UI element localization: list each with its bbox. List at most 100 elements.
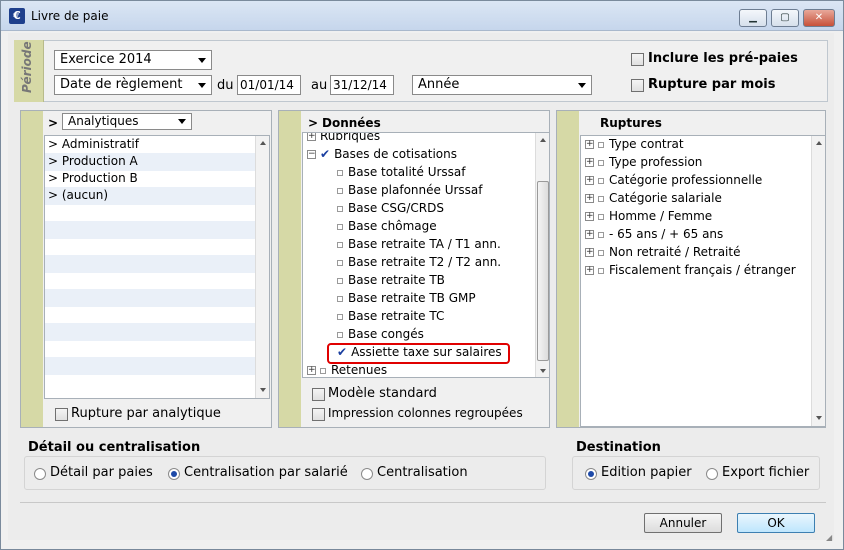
app-icon: € [9, 8, 25, 24]
square-icon [337, 205, 343, 212]
ok-button[interactable]: OK [737, 513, 815, 533]
right-strip [557, 111, 579, 427]
ruptures-tree: + Type contrat + Type profession + Catégori… [580, 135, 826, 427]
list-item[interactable]: > Production B [45, 170, 269, 188]
expand-icon[interactable]: + [585, 212, 594, 221]
list-item[interactable]: > Administratif [45, 136, 269, 154]
rupture-node[interactable]: + Non retraité / Retraité [585, 244, 740, 262]
tree-leaf[interactable]: Base retraite TC [337, 308, 444, 326]
impression-colonnes-checkbox[interactable] [312, 408, 325, 421]
expand-icon[interactable]: + [585, 140, 594, 149]
rupture-node[interactable]: + Homme / Femme [585, 208, 712, 226]
analytiques-select[interactable]: Analytiques [62, 113, 192, 130]
rupture-node[interactable]: + - 65 ans / + 65 ans [585, 226, 723, 244]
expand-icon[interactable]: + [585, 194, 594, 203]
donnees-tree: + Rubriques − ✔ Bases de cotisations Base t… [302, 132, 550, 378]
expand-icon[interactable]: + [307, 366, 316, 375]
exercice-select[interactable]: Exercice 2014 [54, 50, 212, 70]
export-fichier-radio[interactable] [706, 468, 718, 480]
au-date-input[interactable]: 31/12/14 [330, 75, 394, 95]
right-scrollbar[interactable] [811, 136, 825, 426]
detail-par-paies-radio[interactable] [34, 468, 46, 480]
chevron-down-icon [178, 119, 186, 124]
scroll-thumb[interactable] [537, 181, 549, 361]
scroll-up-icon[interactable] [260, 141, 266, 145]
expand-icon[interactable]: + [585, 248, 594, 257]
square-icon [337, 295, 343, 302]
export-fichier-label: Export fichier [722, 465, 810, 480]
empty-row [45, 221, 269, 239]
edition-papier-radio[interactable] [585, 468, 597, 480]
rupture-node[interactable]: + Catégorie professionnelle [585, 172, 762, 190]
date-type-select[interactable]: Date de règlement [54, 75, 212, 95]
tree-leaf[interactable]: Base congés [337, 326, 424, 344]
centralisation-salarie-radio[interactable] [168, 468, 180, 480]
expand-icon[interactable]: + [307, 133, 316, 141]
tree-node-bases[interactable]: − ✔ Bases de cotisations [307, 146, 457, 164]
maximize-button[interactable]: ▢ [771, 9, 799, 27]
rupture-analytique-checkbox[interactable] [55, 408, 68, 421]
window-title: Livre de paie [31, 9, 109, 23]
tree-leaf[interactable]: Base retraite TA / T1 ann. [337, 236, 501, 254]
rupture-label: Fiscalement français / étranger [609, 263, 796, 277]
tree-node-retenues[interactable]: + Retenues [307, 362, 388, 377]
empty-row [45, 272, 269, 290]
tree-leaf[interactable]: Base plafonnée Urssaf [337, 182, 483, 200]
square-icon [598, 249, 604, 256]
tree-leaf[interactable]: Base totalité Urssaf [337, 164, 466, 182]
expand-icon[interactable]: + [585, 176, 594, 185]
cancel-button[interactable]: Annuler [644, 513, 722, 533]
square-icon [598, 213, 604, 220]
square-icon [598, 195, 604, 202]
rupture-node[interactable]: + Fiscalement français / étranger [585, 262, 796, 280]
square-icon [598, 159, 604, 166]
rupture-node[interactable]: + Type profession [585, 154, 702, 172]
centralisation-radio[interactable] [361, 468, 373, 480]
minimize-button[interactable]: ▁ [739, 9, 767, 27]
resize-grip-icon[interactable]: ◢ [826, 533, 836, 543]
range-value: Année [418, 77, 460, 92]
close-button[interactable]: ✕ [803, 9, 835, 27]
tree-leaf[interactable]: Base retraite T2 / T2 ann. [337, 254, 501, 272]
scroll-up-icon[interactable] [540, 138, 546, 142]
empty-row [45, 374, 269, 392]
empty-row [45, 238, 269, 256]
date-type-value: Date de règlement [60, 77, 183, 92]
rupture-label: Non retraité / Retraité [609, 245, 741, 259]
list-item[interactable]: > (aucun) [45, 187, 269, 205]
chevron-down-icon [198, 58, 206, 63]
tree-leaf[interactable]: Base chômage [337, 218, 437, 236]
tree-leaf[interactable]: Base retraite TB [337, 272, 445, 290]
scroll-up-icon[interactable] [816, 141, 822, 145]
list-item[interactable]: > Production A [45, 153, 269, 171]
collapse-icon[interactable]: − [307, 150, 316, 159]
middle-scrollbar[interactable] [535, 133, 549, 377]
modele-standard-checkbox[interactable] [312, 388, 325, 401]
rupture-mois-checkbox[interactable] [631, 79, 644, 92]
empty-row [45, 357, 269, 375]
du-date-input[interactable]: 01/01/14 [237, 75, 301, 95]
expand-icon[interactable]: + [585, 266, 594, 275]
left-scrollbar[interactable] [255, 136, 269, 398]
rupture-label: Homme / Femme [609, 209, 713, 223]
rupture-node[interactable]: + Type contrat [585, 136, 684, 154]
scroll-down-icon[interactable] [816, 416, 822, 420]
empty-row [45, 340, 269, 358]
tree-leaf[interactable]: Base CSG/CRDS [337, 200, 444, 218]
tree-node-label: Retenues [331, 363, 388, 377]
square-icon [337, 169, 343, 176]
square-icon [337, 313, 343, 320]
tree-leaf[interactable]: Base retraite TB GMP [337, 290, 476, 308]
inclure-prepaies-checkbox[interactable] [631, 53, 644, 66]
scroll-down-icon[interactable] [540, 369, 546, 373]
range-select[interactable]: Année [412, 75, 592, 95]
expand-icon[interactable]: + [585, 158, 594, 167]
rupture-node[interactable]: + Catégorie salariale [585, 190, 722, 208]
square-icon [598, 231, 604, 238]
tree-node-rubriques[interactable]: + Rubriques [307, 133, 380, 146]
expand-icon[interactable]: + [585, 230, 594, 239]
rupture-mois-label: Rupture par mois [648, 77, 776, 92]
scroll-down-icon[interactable] [260, 388, 266, 392]
empty-row [45, 255, 269, 273]
list-item-label: > (aucun) [48, 188, 108, 202]
